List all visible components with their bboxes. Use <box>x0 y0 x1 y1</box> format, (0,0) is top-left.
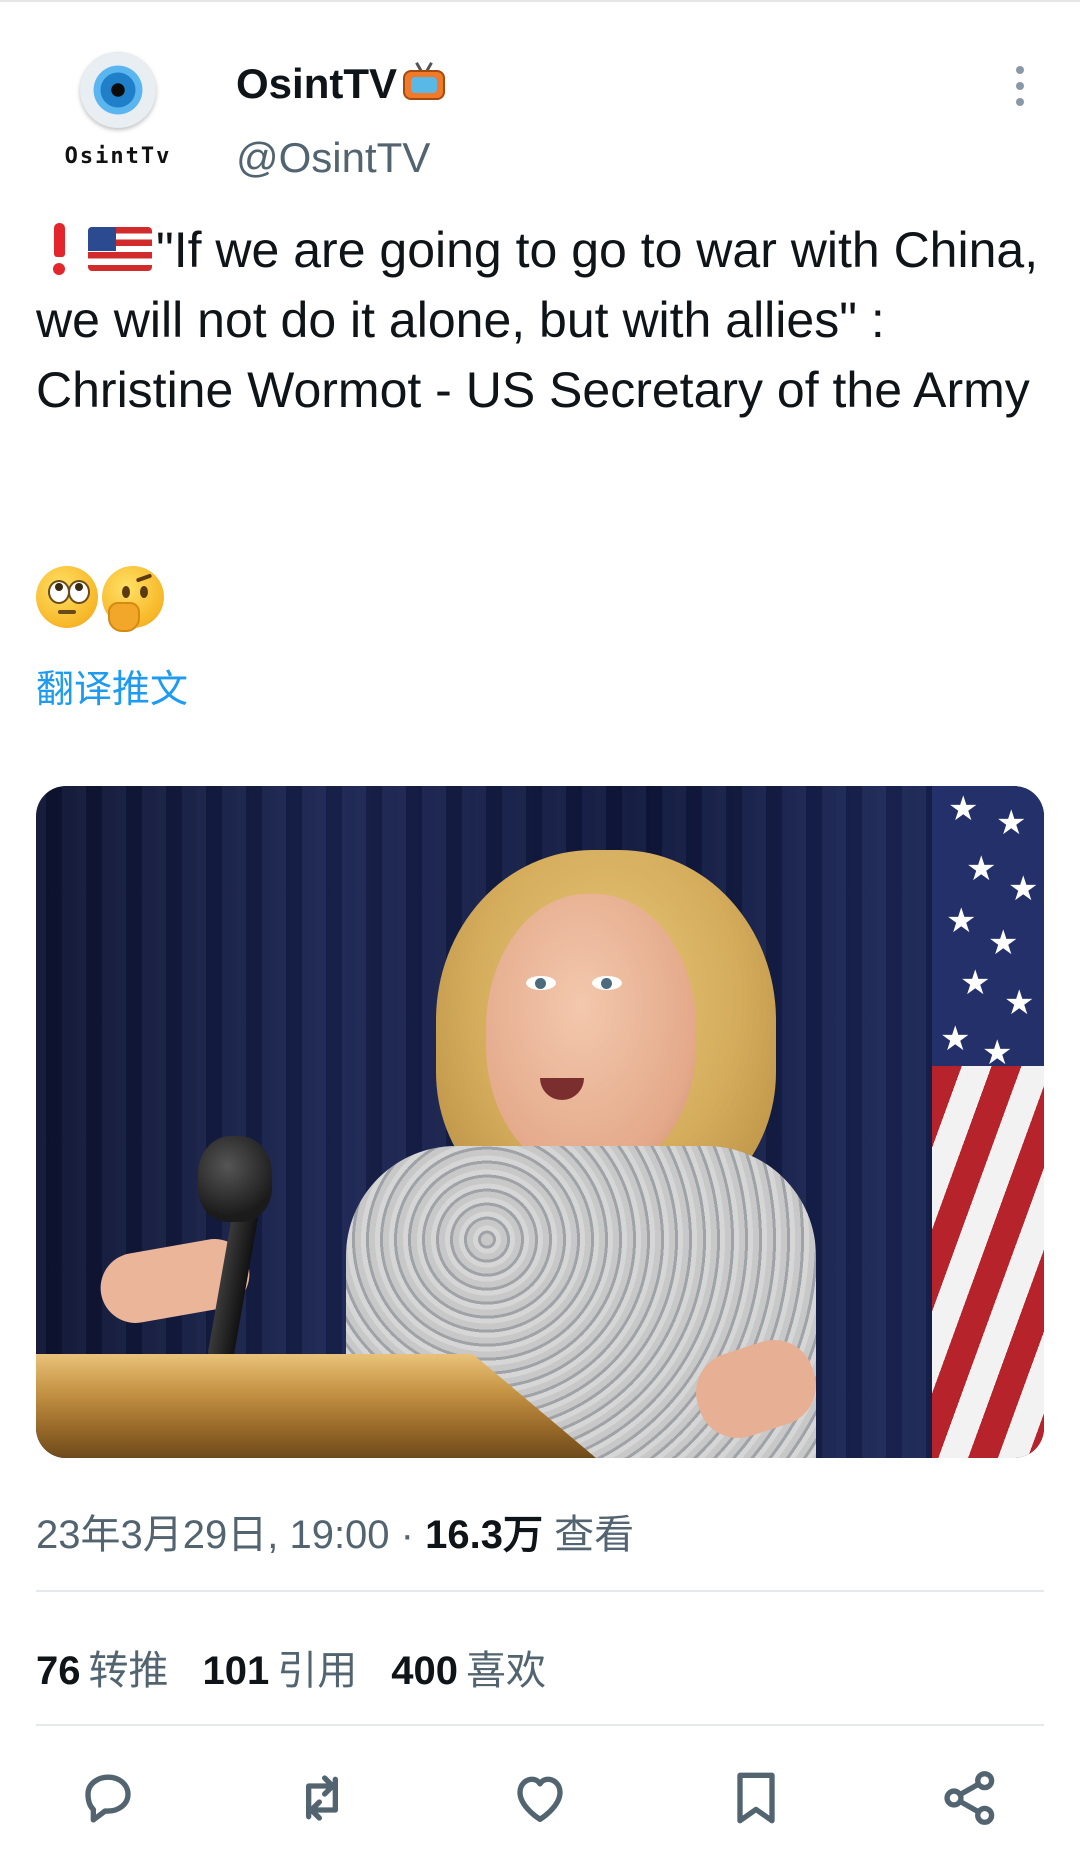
share-button[interactable] <box>938 1766 1002 1830</box>
flag-stripes <box>932 1066 1044 1458</box>
flag-star-icon: ★ <box>996 804 1027 842</box>
retweets-label: 转推 <box>88 1649 169 1693</box>
like-icon <box>517 1776 563 1822</box>
share-icon <box>944 1771 995 1825</box>
flag-star-icon: ★ <box>1008 870 1039 908</box>
tweet-photo[interactable]: ★ ★ ★ ★ ★ ★ ★ ★ ★ ★ <box>36 786 1044 1458</box>
flag-star-icon: ★ <box>948 790 979 828</box>
display-name-text: OsintTV <box>236 60 398 107</box>
divider <box>36 1590 1044 1592</box>
meta-separator: · <box>389 1513 426 1557</box>
reply-icon <box>85 1774 131 1823</box>
avatar[interactable]: OsintTv <box>58 52 178 180</box>
quotes-stat[interactable]: 101 引用 <box>203 1638 358 1696</box>
retweets-count: 76 <box>36 1649 81 1693</box>
timestamp-line: 23年3月29日, 19:00 · 16.3万 查看 <box>36 1502 634 1560</box>
speaker-eye <box>526 976 556 990</box>
retweet-button[interactable] <box>290 1766 354 1830</box>
microphone-icon <box>198 1136 272 1222</box>
display-name[interactable]: OsintTV <box>236 60 447 108</box>
eye-logo-icon <box>80 52 156 128</box>
flag-star-icon: ★ <box>1004 984 1035 1022</box>
more-options-icon[interactable] <box>1008 66 1032 108</box>
top-divider <box>0 0 1080 2</box>
translate-tweet-link[interactable]: 翻译推文 <box>36 658 188 713</box>
views-label: 查看 <box>542 1513 635 1557</box>
television-icon <box>401 62 447 102</box>
bookmark-button[interactable] <box>724 1766 788 1830</box>
emoji-row <box>36 566 168 632</box>
speaker-face <box>486 894 696 1174</box>
avatar-logo-text: OsintTv <box>64 144 172 169</box>
retweet-icon <box>306 1775 338 1821</box>
bookmark-icon <box>737 1772 775 1824</box>
flag-star-icon: ★ <box>988 924 1019 962</box>
flag-star-icon: ★ <box>940 1020 971 1058</box>
engagement-stats: 76 转推 101 引用 400 喜欢 <box>36 1638 580 1696</box>
retweets-stat[interactable]: 76 转推 <box>36 1638 169 1696</box>
user-handle[interactable]: @OsintTV <box>236 134 430 182</box>
likes-count: 400 <box>391 1649 458 1693</box>
flag-star-icon: ★ <box>946 902 977 940</box>
speaker-eye <box>592 976 622 990</box>
quotes-count: 101 <box>202 1649 270 1693</box>
tweet-text: "If we are going to go to war with China… <box>36 215 1046 425</box>
us-flag-icon <box>88 227 152 271</box>
views-count: 16.3万 <box>425 1513 543 1557</box>
quotes-label: 引用 <box>277 1649 358 1693</box>
flag-star-icon: ★ <box>966 850 997 888</box>
likes-stat[interactable]: 400 喜欢 <box>391 1638 546 1696</box>
flag-star-icon: ★ <box>960 964 991 1002</box>
red-exclamation-icon <box>50 223 68 275</box>
face-with-rolling-eyes-icon <box>36 566 98 628</box>
likes-label: 喜欢 <box>466 1649 546 1693</box>
thinking-face-icon <box>102 566 164 632</box>
flag-star-icon: ★ <box>982 1034 1013 1072</box>
divider <box>36 1724 1044 1726</box>
like-button[interactable] <box>508 1766 572 1830</box>
post-datetime[interactable]: 23年3月29日, 19:00 <box>36 1513 390 1557</box>
tweet-body: "If we are going to go to war with China… <box>36 222 1039 418</box>
reply-button[interactable] <box>76 1766 140 1830</box>
